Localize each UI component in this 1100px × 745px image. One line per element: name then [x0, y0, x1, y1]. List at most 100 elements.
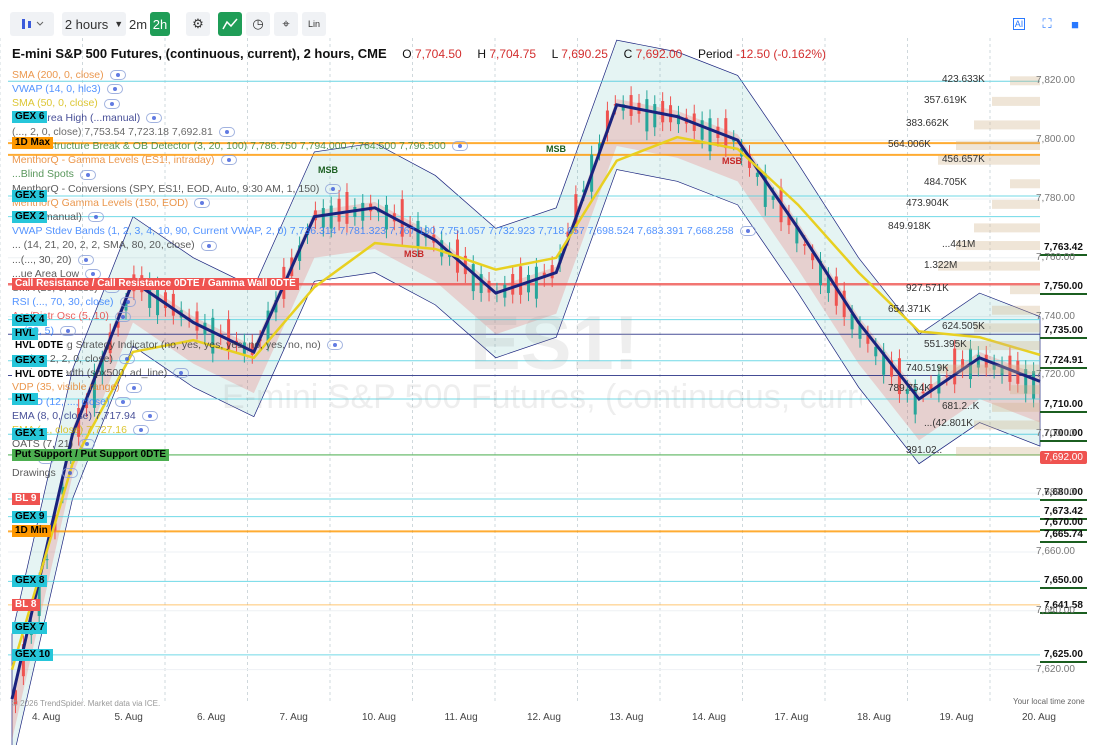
eye-icon[interactable] [200, 240, 217, 251]
msb-annotation: MSB [546, 144, 566, 154]
interval-2h-button[interactable]: 2h [150, 12, 170, 36]
eye-icon[interactable] [109, 70, 126, 81]
candle-body [945, 375, 949, 377]
eye-icon[interactable] [220, 155, 237, 166]
fullscreen-button[interactable]: ⛶ [1036, 12, 1058, 36]
legend-item[interactable]: VWAP Stdev Bands (1, 2, 3, 4, 10, 90, Cu… [12, 225, 756, 237]
legend-label: SMA (200, 0, close) [12, 69, 104, 81]
crosshair-button[interactable]: ⌖ [274, 12, 298, 36]
level-tag: 1D Max [12, 137, 54, 150]
candle-body [361, 202, 365, 221]
price-tick: 7,760.00 [1036, 251, 1075, 263]
eye-icon[interactable] [325, 183, 342, 194]
eye-icon[interactable] [141, 411, 158, 422]
level-tag: Call Resistance / Call Resistance 0DTE /… [12, 278, 299, 291]
high-value: 7,704.75 [489, 47, 537, 61]
legend-item[interactable]: VWAP (14, 0, hlc3) [12, 83, 123, 95]
eye-icon[interactable] [326, 340, 343, 351]
legend-item[interactable]: Market Structure Break & OB Detector (3,… [12, 140, 468, 152]
eye-icon[interactable] [194, 198, 211, 209]
eye-icon[interactable] [103, 98, 120, 109]
candle-body [724, 118, 728, 149]
eye-icon[interactable] [87, 212, 104, 223]
eye-icon[interactable] [173, 368, 190, 379]
ai-button[interactable]: AI [1008, 12, 1030, 36]
eye-icon[interactable] [451, 141, 468, 152]
legend-item[interactable]: Drawings [12, 467, 78, 479]
legend-item[interactable]: ... (14, 21, 20, 2, 2, SMA, 80, 20, clos… [12, 239, 217, 251]
volume-profile-label: 391.02.. [906, 444, 943, 456]
price-marker: 7,750.00 [1040, 280, 1087, 296]
eye-icon[interactable] [60, 325, 77, 336]
legend-item[interactable]: VDP (35, visible range) [12, 381, 142, 393]
level-tag: GEX 8 [12, 575, 48, 588]
snapshot-button[interactable]: ■ [1064, 12, 1086, 36]
date-tick: 19. Aug [939, 712, 974, 723]
candle-body [771, 196, 775, 200]
legend-item[interactable]: SMA (200, 0, close) [12, 69, 126, 81]
date-tick: 12. Aug [527, 712, 561, 723]
legend-label: MenthorQ - Gamma Levels (ES1!, intraday) [12, 154, 215, 167]
candle-body [550, 265, 554, 279]
legend-item[interactable]: EMA (8, 0, close) 7,717.94 [12, 410, 158, 422]
date-tick: 11. Aug [444, 712, 478, 723]
close-label: C [623, 47, 633, 61]
volume-profile-bar [992, 402, 1040, 412]
price-marker: 7,692.00 [1040, 450, 1087, 464]
volume-profile-bar [956, 446, 1040, 456]
chart-type-button[interactable] [10, 12, 54, 36]
lin-scale-button[interactable]: Lin [302, 12, 326, 36]
replay-button[interactable]: ◷ [246, 12, 270, 36]
price-tick: 7,700.00 [1036, 428, 1075, 440]
volume-profile-bar [992, 96, 1040, 106]
legend-item[interactable]: SMA (50, 0, close) [12, 97, 120, 109]
eye-icon[interactable] [106, 84, 123, 95]
level-tag: GEX 1 [12, 428, 48, 441]
eye-icon[interactable] [114, 311, 131, 322]
legend-item[interactable]: RSI (..., 70, 30, close) [12, 296, 136, 308]
interval-2m-button[interactable]: 2m [128, 12, 148, 36]
interval-2h-label: 2h [152, 16, 168, 32]
price-marker: 7,650.00 [1040, 574, 1087, 590]
msb-annotation: MSB [722, 156, 742, 166]
timezone-label[interactable]: Your local time zone [1013, 697, 1085, 706]
date-tick: 14. Aug [692, 712, 726, 723]
volume-profile-bar [1010, 179, 1040, 189]
eye-icon[interactable] [119, 297, 136, 308]
symbol-name: E-mini S&P 500 Futures, (continuous, cur… [12, 46, 387, 61]
legend-item[interactable]: ...Blind Spots [12, 168, 96, 180]
eye-icon[interactable] [115, 396, 132, 407]
candle-body [874, 346, 878, 357]
eye-icon[interactable] [218, 127, 235, 138]
high-label: H [477, 47, 486, 61]
eye-icon[interactable] [739, 226, 756, 237]
legend-label: VDP (35, visible range) [12, 381, 120, 394]
candle-body [803, 244, 807, 246]
date-tick: 10. Aug [362, 712, 396, 723]
eye-icon[interactable] [132, 425, 149, 436]
watermark-name-text: E-mini S&P 500 Futures, (continuous, cur… [222, 378, 862, 416]
interval-dropdown[interactable]: 2 hours ▼ [62, 12, 126, 36]
legend-label: MenthorQ - Conversions (SPY, ES1!, EOD, … [12, 182, 320, 195]
eye-icon[interactable] [125, 382, 142, 393]
level-tag: BL 9 [12, 493, 40, 506]
legend-item[interactable]: MenthorQ - Gamma Levels (ES1!, intraday) [12, 154, 237, 166]
candle-body [708, 118, 712, 152]
indicator-button[interactable] [218, 12, 242, 36]
candle-body [195, 311, 199, 331]
settings-button[interactable]: ⚙ [186, 12, 210, 36]
level-tag: GEX 6 [12, 110, 48, 123]
eye-icon[interactable] [146, 112, 163, 123]
eye-icon[interactable] [61, 467, 78, 478]
eye-icon[interactable] [77, 254, 94, 265]
legend-item[interactable]: MenthorQ - Conversions (SPY, ES1!, EOD, … [12, 182, 342, 195]
legend-item[interactable]: ...(..., 30, 20) [12, 254, 94, 266]
volume-profile-label: 624.505K [942, 321, 985, 333]
legend-item[interactable]: (..., 2, 0, close) 7,753.54 7,723.18 7,6… [12, 126, 235, 138]
interval-2m-label: 2m [128, 16, 148, 32]
eye-icon[interactable] [118, 354, 135, 365]
eye-icon[interactable] [79, 169, 96, 180]
price-tick: 7,820.00 [1036, 75, 1075, 87]
period-change: -12.50 (-0.162%) [735, 47, 827, 61]
candle-body [653, 104, 657, 128]
